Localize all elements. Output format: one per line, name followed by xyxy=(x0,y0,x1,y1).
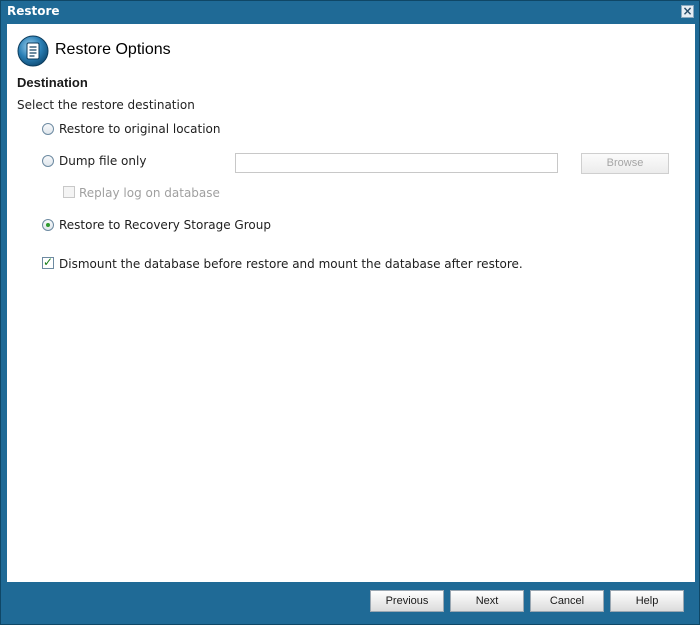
checkbox-replay-log[interactable] xyxy=(63,186,75,198)
checkbox-dismount[interactable] xyxy=(42,255,54,269)
window-title: Restore xyxy=(7,4,60,18)
label-dump-file[interactable]: Dump file only xyxy=(59,154,146,168)
close-icon: × xyxy=(682,4,693,18)
previous-button[interactable]: Previous xyxy=(370,590,444,612)
radio-dump-file[interactable] xyxy=(42,155,54,167)
browse-button[interactable]: Browse xyxy=(581,153,669,174)
section-title: Destination xyxy=(17,75,88,90)
dialog-content: Restore Options Destination Select the r… xyxy=(7,24,695,582)
title-bar: Restore × xyxy=(1,1,699,23)
label-replay-log: Replay log on database xyxy=(79,186,220,200)
label-dismount[interactable]: Dismount the database before restore and… xyxy=(59,257,523,271)
close-button[interactable]: × xyxy=(681,5,694,18)
restore-options-icon xyxy=(17,35,49,67)
label-recovery-storage-group[interactable]: Restore to Recovery Storage Group xyxy=(59,218,271,232)
label-restore-original[interactable]: Restore to original location xyxy=(59,122,221,136)
next-button[interactable]: Next xyxy=(450,590,524,612)
restore-dialog: Restore × Restore Options Destination Se… xyxy=(0,0,700,625)
instruction-text: Select the restore destination xyxy=(17,98,195,112)
radio-recovery-storage-group[interactable] xyxy=(42,219,54,231)
radio-restore-original[interactable] xyxy=(42,123,54,135)
cancel-button[interactable]: Cancel xyxy=(530,590,604,612)
page-title: Restore Options xyxy=(55,41,171,58)
dump-path-input[interactable] xyxy=(235,153,558,173)
help-button[interactable]: Help xyxy=(610,590,684,612)
button-bar: Previous Next Cancel Help xyxy=(1,582,699,624)
